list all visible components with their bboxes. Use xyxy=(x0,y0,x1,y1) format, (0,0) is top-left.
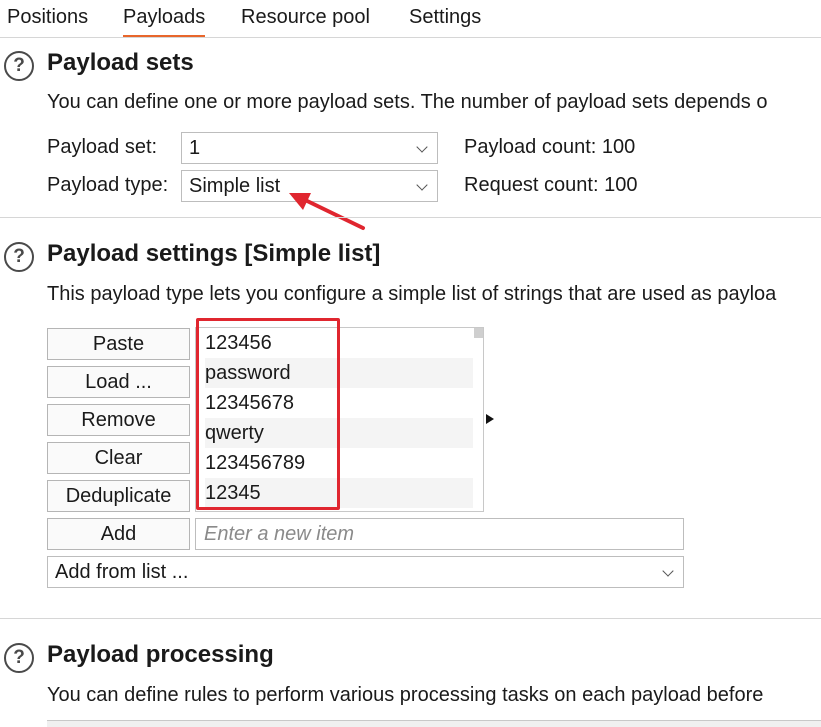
help-icon[interactable]: ? xyxy=(4,643,34,673)
list-scrollbar[interactable] xyxy=(474,328,483,338)
payload-type-value: Simple list xyxy=(189,175,281,197)
add-from-list-value: Add from list ... xyxy=(55,561,189,583)
remove-button[interactable]: Remove xyxy=(47,404,190,436)
payload-settings-title: Payload settings [Simple list] xyxy=(47,240,381,267)
tab-bar: Positions Payloads Resource pool Setting… xyxy=(0,0,821,38)
paste-button[interactable]: Paste xyxy=(47,328,190,360)
tab-settings[interactable]: Settings xyxy=(409,6,481,29)
payload-processing-description: You can define rules to perform various … xyxy=(47,684,764,706)
payload-sets-title: Payload sets xyxy=(47,49,194,76)
annotation-arrow-icon xyxy=(289,193,365,230)
tab-positions[interactable]: Positions xyxy=(7,6,88,29)
payload-processing-title: Payload processing xyxy=(47,641,274,668)
payload-set-select[interactable]: 1 xyxy=(181,132,438,164)
payload-settings-description: This payload type lets you configure a s… xyxy=(47,283,777,305)
section-divider xyxy=(0,618,821,619)
deduplicate-button[interactable]: Deduplicate xyxy=(47,480,190,512)
new-item-input[interactable]: Enter a new item xyxy=(195,518,684,550)
help-icon[interactable]: ? xyxy=(4,51,34,81)
chevron-down-icon xyxy=(662,565,674,577)
section-divider xyxy=(0,217,821,218)
payload-set-value: 1 xyxy=(189,137,201,159)
load-button[interactable]: Load ... xyxy=(47,366,190,398)
request-count: Request count: 100 xyxy=(464,174,638,196)
add-button[interactable]: Add xyxy=(47,518,190,550)
clear-button[interactable]: Clear xyxy=(47,442,190,474)
chevron-down-icon xyxy=(416,141,428,153)
add-from-list-select[interactable]: Add from list ... xyxy=(47,556,684,588)
payload-type-label: Payload type: xyxy=(47,174,169,196)
tab-payloads[interactable]: Payloads xyxy=(123,6,206,37)
payload-count: Payload count: 100 xyxy=(464,136,636,158)
payload-sets-description: You can define one or more payload sets.… xyxy=(47,91,768,113)
payload-set-label: Payload set: xyxy=(47,136,158,158)
chevron-down-icon xyxy=(416,179,428,191)
tab-resource-pool[interactable]: Resource pool xyxy=(241,6,370,29)
expand-arrow-icon[interactable] xyxy=(486,414,494,424)
help-icon[interactable]: ? xyxy=(4,242,34,272)
annotation-highlight-box xyxy=(196,318,340,510)
